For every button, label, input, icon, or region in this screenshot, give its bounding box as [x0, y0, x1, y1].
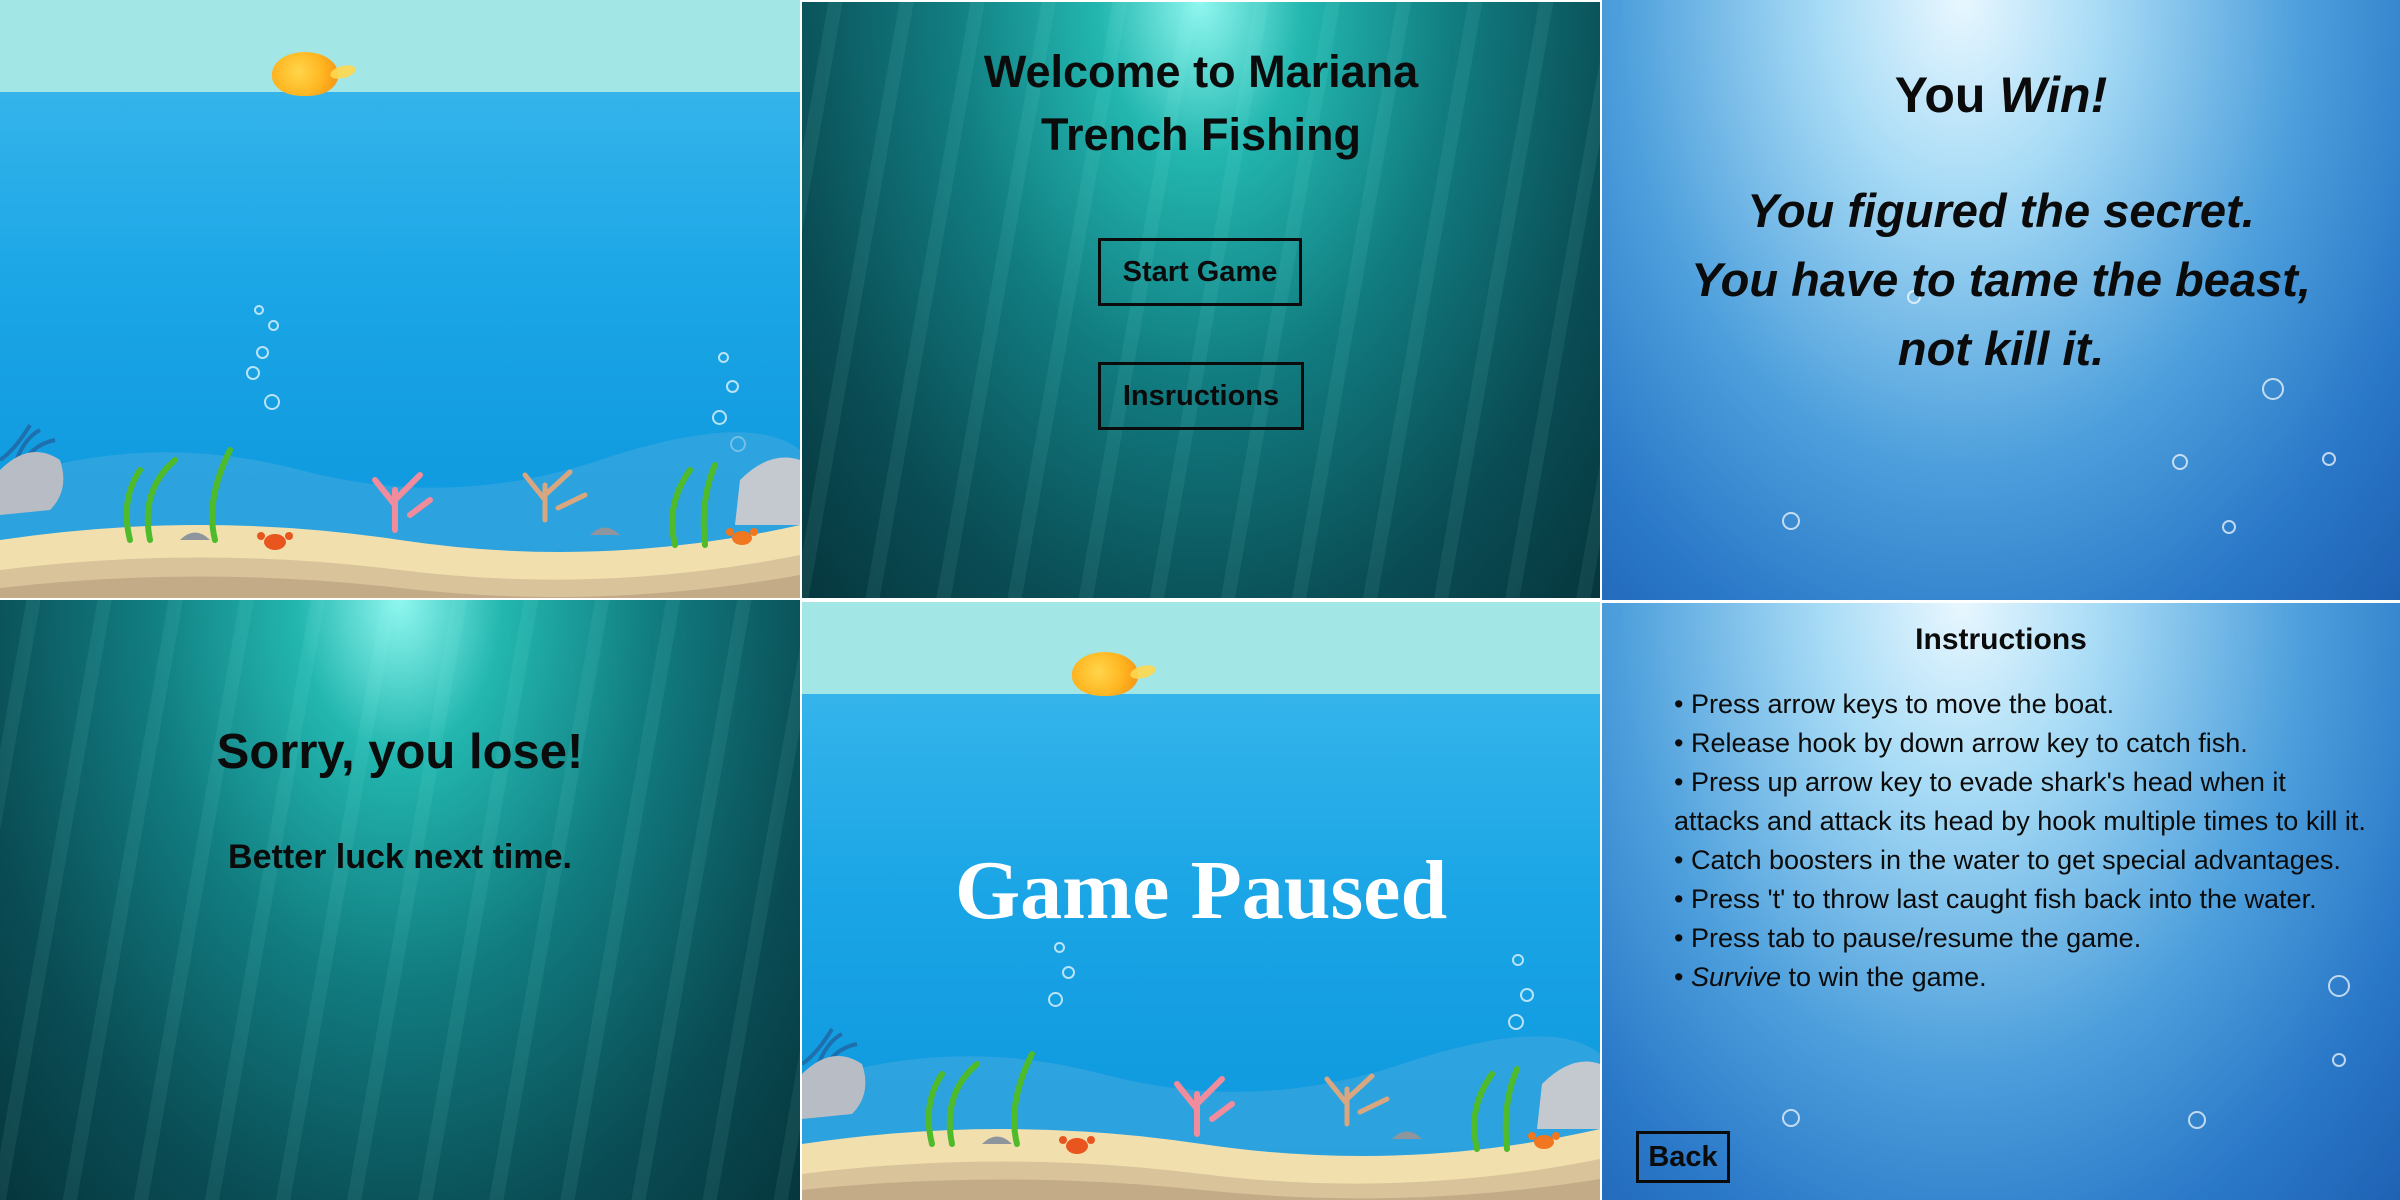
bubble-icon — [246, 366, 260, 380]
instruction-item: • Catch boosters in the water to get spe… — [1674, 841, 2374, 880]
bubble-icon — [256, 346, 269, 359]
back-button[interactable]: Back — [1636, 1131, 1730, 1183]
start-screen-panel: Welcome to Mariana Trench Fishing Start … — [802, 2, 1600, 598]
bubble-icon — [2322, 452, 2336, 466]
instruction-item: • Press tab to pause/resume the game. — [1674, 919, 2374, 958]
instruction-text: Press tab to pause/resume the game. — [1683, 923, 2142, 953]
bubble-icon — [1782, 1109, 1800, 1127]
seabed — [802, 1027, 1600, 1200]
bubble-icon — [1062, 966, 1075, 979]
instruction-emphasis: Survive — [1690, 962, 1781, 992]
bubble-icon — [2172, 454, 2188, 470]
instruction-text: Press up arrow key to evade shark's head… — [1674, 767, 2366, 836]
instruction-text: Release hook by down arrow key to catch … — [1683, 728, 2248, 758]
instructions-list: • Press arrow keys to move the boat. • R… — [1674, 685, 2374, 997]
start-game-button[interactable]: Start Game — [1098, 238, 1302, 306]
title-line-2: Trench Fishing — [1040, 109, 1362, 160]
lose-screen-panel: Sorry, you lose! Better luck next time. — [0, 600, 800, 1200]
win-message-line-3: not kill it. — [1897, 322, 2105, 375]
bubble-icon — [2222, 520, 2236, 534]
light-rays — [0, 600, 800, 1200]
instructions-button[interactable]: Insructions — [1098, 362, 1304, 430]
game-title: Welcome to Mariana Trench Fishing — [802, 40, 1600, 166]
bubble-icon — [1512, 954, 1524, 966]
bubble-icon — [254, 305, 264, 315]
sun-icon — [272, 52, 338, 96]
sun-icon — [1072, 652, 1138, 696]
win-message: You figured the secret. You have to tame… — [1602, 176, 2400, 383]
bubble-icon — [1782, 512, 1800, 530]
title-line-1: Welcome to Mariana — [983, 46, 1419, 97]
bubble-icon — [1054, 942, 1065, 953]
win-screen-panel: You Win! You figured the secret. You hav… — [1602, 0, 2400, 600]
instruction-item: • Press arrow keys to move the boat. — [1674, 685, 2374, 724]
bubble-icon — [718, 352, 729, 363]
instructions-screen-panel: Instructions • Press arrow keys to move … — [1602, 603, 2400, 1200]
bubble-icon — [268, 320, 279, 331]
game-paused-label: Game Paused — [954, 844, 1448, 937]
instruction-item: • Release hook by down arrow key to catc… — [1674, 724, 2374, 763]
instruction-text: Press arrow keys to move the boat. — [1683, 689, 2115, 719]
ocean-scene-panel — [0, 0, 800, 598]
instruction-item: • Press 't' to throw last caught fish ba… — [1674, 880, 2374, 919]
instruction-item: • Press up arrow key to evade shark's he… — [1674, 763, 2374, 841]
lose-subtext: Better luck next time. — [228, 838, 572, 876]
instruction-item: • Survive to win the game. — [1674, 958, 2374, 997]
instruction-text: Press 't' to throw last caught fish back… — [1683, 884, 2317, 914]
instructions-heading: Instructions — [1915, 623, 2087, 656]
lose-heading: Sorry, you lose! — [216, 725, 584, 779]
win-message-line-1: You figured the secret. — [1747, 184, 2255, 237]
sky — [802, 602, 1600, 694]
paused-screen-panel: Game Paused — [802, 602, 1600, 1200]
sky — [0, 0, 800, 92]
instruction-text: to win the game. — [1781, 962, 1987, 992]
rock-icon — [802, 1056, 866, 1119]
win-heading-emphasis: Win! — [1999, 67, 2108, 123]
rock-icon — [0, 452, 64, 515]
win-heading: You Win! — [1602, 66, 2400, 124]
seabed — [0, 423, 800, 598]
bullet: • — [1674, 962, 1684, 992]
win-message-line-2: You have to tame the beast, — [1691, 253, 2311, 306]
win-heading-prefix: You — [1894, 67, 1986, 123]
bubble-icon — [2332, 1053, 2346, 1067]
bubble-icon — [2188, 1111, 2206, 1129]
instruction-text: Catch boosters in the water to get speci… — [1683, 845, 2341, 875]
